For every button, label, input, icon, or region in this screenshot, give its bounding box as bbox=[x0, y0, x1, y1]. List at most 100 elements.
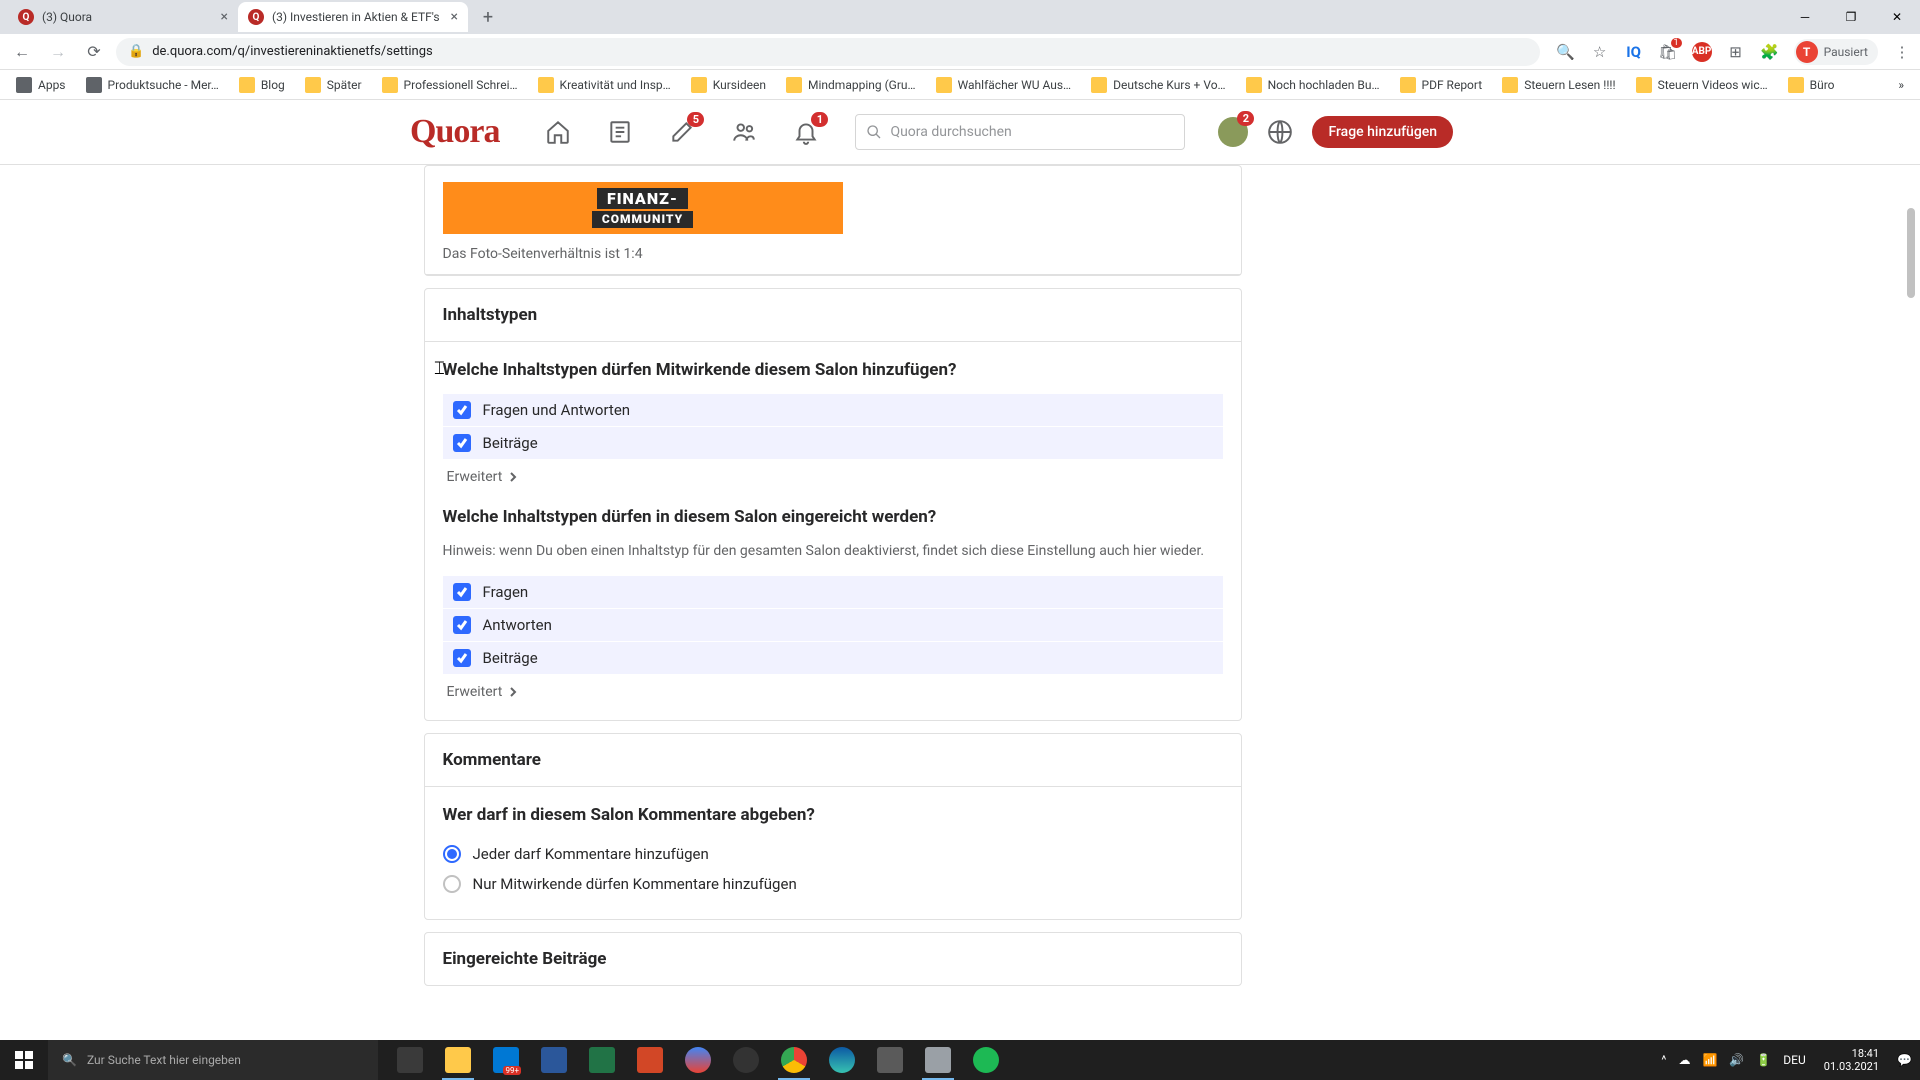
radio-row[interactable]: Jeder darf Kommentare hinzufügen bbox=[443, 839, 1223, 869]
apps-icon bbox=[16, 77, 32, 93]
forward-button[interactable]: → bbox=[44, 38, 72, 66]
tray-language[interactable]: DEU bbox=[1783, 1053, 1805, 1067]
new-tab-button[interactable]: + bbox=[474, 3, 502, 31]
tray-onedrive-icon[interactable]: ☁ bbox=[1678, 1053, 1690, 1067]
taskbar-app-chrome[interactable] bbox=[770, 1040, 818, 1080]
extension-icon[interactable]: IQ bbox=[1624, 42, 1644, 62]
address-bar[interactable]: 🔒 de.quora.com/q/investiereninaktienetfs… bbox=[116, 38, 1540, 66]
nav-following[interactable] bbox=[604, 116, 636, 148]
browser-tab-active[interactable]: Q (3) Investieren in Aktien & ETF's × bbox=[238, 2, 468, 32]
radio-icon[interactable] bbox=[443, 875, 461, 893]
taskbar-app-edge[interactable] bbox=[818, 1040, 866, 1080]
radio-icon[interactable] bbox=[443, 845, 461, 863]
zoom-icon[interactable]: 🔍 bbox=[1556, 42, 1576, 62]
quora-logo[interactable]: Quora bbox=[410, 113, 499, 151]
start-button[interactable] bbox=[0, 1040, 48, 1080]
bookmark-item[interactable]: Produktsuche - Mer… bbox=[78, 73, 227, 97]
taskbar-app-spotify[interactable] bbox=[962, 1040, 1010, 1080]
bookmark-item[interactable]: Steuern Lesen !!!! bbox=[1494, 73, 1623, 97]
taskbar-app-mail[interactable]: 99+ bbox=[482, 1040, 530, 1080]
tray-clock[interactable]: 18:41 01.03.2021 bbox=[1818, 1047, 1885, 1073]
site-info-icon[interactable]: 🔒 bbox=[128, 44, 144, 59]
taskbar-app[interactable] bbox=[674, 1040, 722, 1080]
radio-row[interactable]: Nur Mitwirkende dürfen Kommentare hinzuf… bbox=[443, 869, 1223, 899]
taskbar-app-powerpoint[interactable] bbox=[626, 1040, 674, 1080]
bookmark-item[interactable]: Später bbox=[297, 73, 370, 97]
bookmark-item[interactable]: PDF Report bbox=[1392, 73, 1491, 97]
banner-card: FINANZ- COMMUNITY Das Foto-Seitenverhält… bbox=[424, 165, 1242, 276]
nav-answer[interactable]: 5 bbox=[666, 116, 698, 148]
tray-battery-icon[interactable]: 🔋 bbox=[1756, 1053, 1771, 1067]
back-button[interactable]: ← bbox=[8, 38, 36, 66]
bookmark-item[interactable]: Büro bbox=[1780, 73, 1843, 97]
close-tab-icon[interactable]: × bbox=[221, 9, 228, 25]
taskbar-app-excel[interactable] bbox=[578, 1040, 626, 1080]
checkbox-row[interactable]: Fragen und Antworten bbox=[443, 394, 1223, 426]
nav-home[interactable] bbox=[542, 116, 574, 148]
checkbox-row[interactable]: Beiträge bbox=[443, 427, 1223, 459]
bookmark-item[interactable]: Professionell Schrei… bbox=[374, 73, 526, 97]
nav-language[interactable] bbox=[1264, 116, 1296, 148]
bookmark-item[interactable]: Mindmapping (Gru… bbox=[778, 73, 924, 97]
checkbox-icon[interactable] bbox=[453, 401, 471, 419]
minimize-button[interactable]: ─ bbox=[1782, 0, 1828, 34]
taskbar-apps: 99+ bbox=[386, 1040, 1010, 1080]
page-scrollbar[interactable] bbox=[1903, 100, 1917, 164]
taskbar-app-word[interactable] bbox=[530, 1040, 578, 1080]
tray-volume-icon[interactable]: 🔊 bbox=[1729, 1053, 1744, 1067]
folder-icon bbox=[1400, 77, 1416, 93]
taskbar-app-explorer[interactable] bbox=[434, 1040, 482, 1080]
checkbox-row[interactable]: Antworten bbox=[443, 609, 1223, 641]
checkbox-row[interactable]: Beiträge bbox=[443, 642, 1223, 674]
scroll-thumb[interactable] bbox=[1907, 208, 1915, 298]
nav-spaces[interactable] bbox=[728, 116, 760, 148]
tray-wifi-icon[interactable]: 📶 bbox=[1702, 1053, 1717, 1067]
search-input[interactable]: Quora durchsuchen bbox=[855, 114, 1185, 150]
extension-icon[interactable]: 🛍1 bbox=[1658, 42, 1678, 62]
taskbar-app-taskview[interactable] bbox=[386, 1040, 434, 1080]
bookmark-item[interactable]: Deutsche Kurs + Vo… bbox=[1083, 73, 1233, 97]
bookmark-item[interactable]: Kreativität und Insp… bbox=[530, 73, 679, 97]
folder-icon bbox=[1502, 77, 1518, 93]
section-title: Kommentare bbox=[425, 734, 1241, 787]
checkbox-row[interactable]: Fragen bbox=[443, 576, 1223, 608]
extensions-icon[interactable]: 🧩 bbox=[1760, 42, 1780, 62]
star-icon[interactable]: ☆ bbox=[1590, 42, 1610, 62]
banner-image[interactable]: FINANZ- COMMUNITY bbox=[443, 182, 843, 234]
bookmarks-bar: Apps Produktsuche - Mer… Blog Später Pro… bbox=[0, 70, 1920, 100]
bookmarks-overflow[interactable]: » bbox=[1890, 74, 1912, 96]
reload-button[interactable]: ⟳ bbox=[80, 38, 108, 66]
tray-overflow-icon[interactable]: ^ bbox=[1661, 1053, 1666, 1067]
folder-icon bbox=[936, 77, 952, 93]
user-avatar[interactable]: 2 bbox=[1218, 117, 1248, 147]
bookmark-item[interactable]: Blog bbox=[231, 73, 293, 97]
taskbar-app[interactable] bbox=[866, 1040, 914, 1080]
close-window-button[interactable]: ✕ bbox=[1874, 0, 1920, 34]
bookmark-item[interactable]: Noch hochladen Bu… bbox=[1238, 73, 1388, 97]
checkbox-icon[interactable] bbox=[453, 616, 471, 634]
expand-link[interactable]: Erweitert bbox=[443, 684, 1223, 700]
checkbox-icon[interactable] bbox=[453, 649, 471, 667]
profile-chip[interactable]: T Pausiert bbox=[1794, 39, 1878, 65]
taskbar-search[interactable]: 🔍 Zur Suche Text hier eingeben bbox=[48, 1040, 378, 1080]
maximize-button[interactable]: ❐ bbox=[1828, 0, 1874, 34]
tray-notifications-icon[interactable]: 💬 bbox=[1897, 1053, 1912, 1067]
browser-tab[interactable]: Q (3) Quora × bbox=[8, 2, 238, 32]
menu-icon[interactable]: ⋮ bbox=[1892, 42, 1912, 62]
bookmark-item[interactable]: Apps bbox=[8, 73, 74, 97]
nav-notifications[interactable]: 1 bbox=[790, 116, 822, 148]
checkbox-icon[interactable] bbox=[453, 583, 471, 601]
bookmark-item[interactable]: Wahlfächer WU Aus… bbox=[928, 73, 1080, 97]
search-placeholder: Quora durchsuchen bbox=[890, 124, 1011, 140]
extension-icon[interactable]: ABP bbox=[1692, 42, 1712, 62]
extension-icon[interactable]: ⊞ bbox=[1726, 42, 1746, 62]
bookmark-item[interactable]: Kursideen bbox=[683, 73, 774, 97]
taskbar-app-notepad[interactable] bbox=[914, 1040, 962, 1080]
add-question-button[interactable]: Frage hinzufügen bbox=[1312, 116, 1453, 148]
checkbox-icon[interactable] bbox=[453, 434, 471, 452]
expand-link[interactable]: Erweitert bbox=[443, 469, 1223, 485]
bookmark-item[interactable]: Steuern Videos wic… bbox=[1628, 73, 1776, 97]
close-tab-icon[interactable]: × bbox=[451, 9, 458, 25]
chevron-right-icon bbox=[508, 472, 518, 482]
taskbar-app-obs[interactable] bbox=[722, 1040, 770, 1080]
